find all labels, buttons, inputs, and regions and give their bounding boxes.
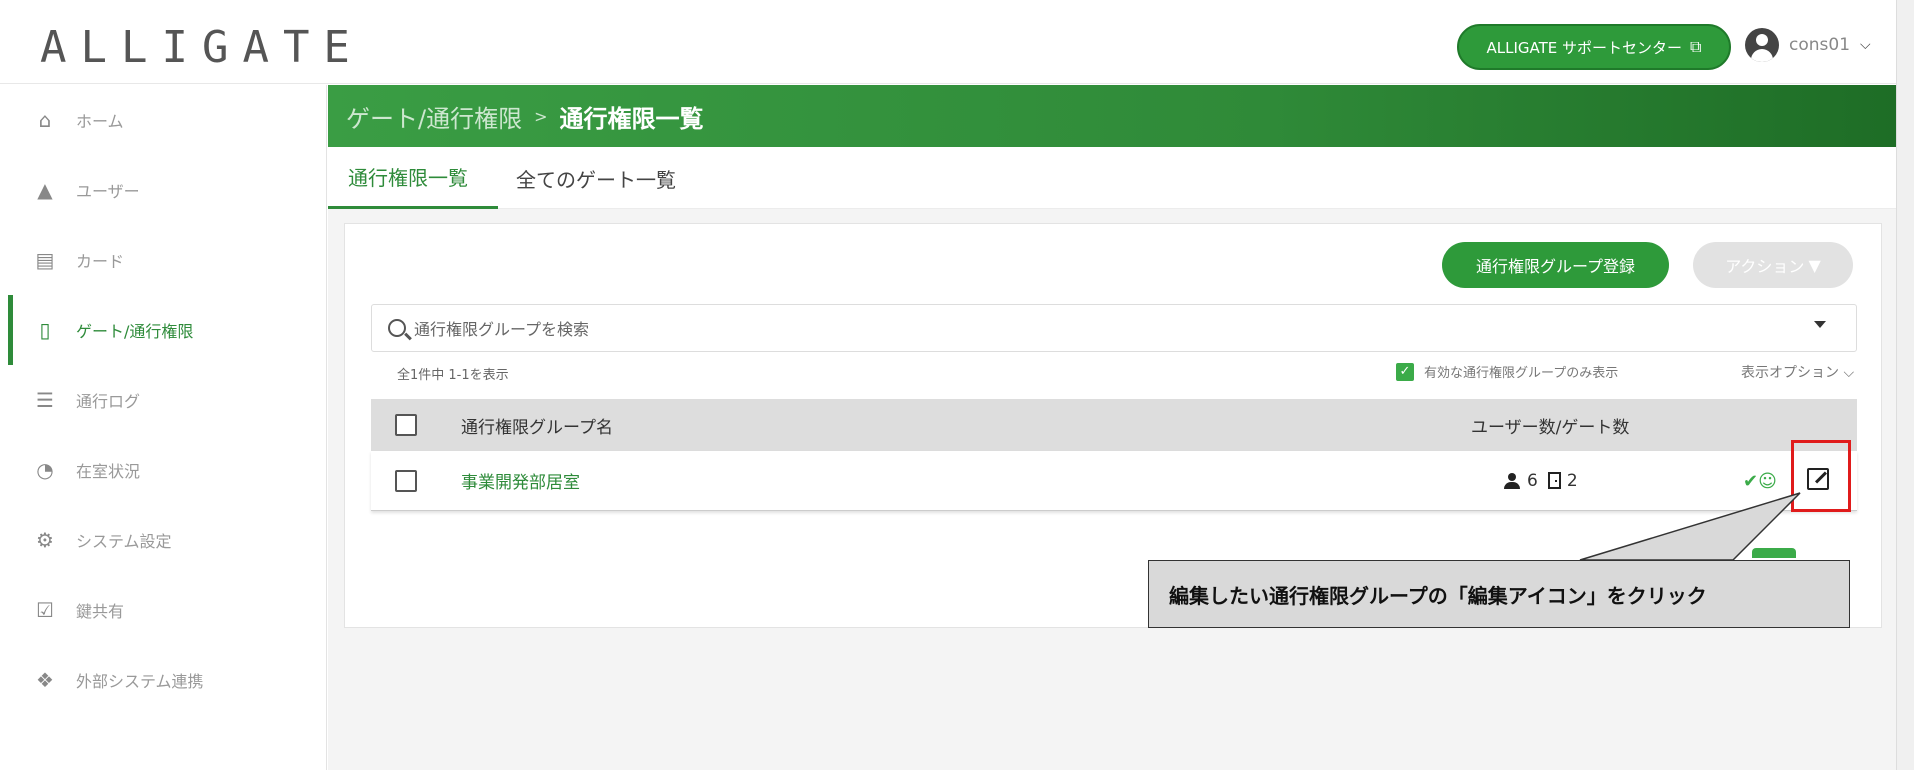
edit-icon-highlight (1791, 440, 1851, 512)
sidebar-item-label: カード (76, 252, 125, 271)
support-center-button[interactable]: ALLIGATE サポートセンター ⧉ (1457, 24, 1731, 70)
search-icon (388, 319, 406, 337)
sidebar-item-access-log[interactable]: ☰ 通行ログ (0, 365, 327, 435)
group-name-link[interactable]: 事業開発部居室 (461, 468, 580, 493)
sidebar-item-system-settings[interactable]: ⚙ システム設定 (0, 505, 327, 575)
user-count: 6 (1527, 470, 1538, 491)
display-options-label: 表示オプション (1741, 365, 1839, 381)
breadcrumb-separator-icon: > (534, 106, 548, 126)
tab-bar: 通行権限一覧 全てのゲート一覧 (328, 147, 1896, 209)
user-icon: ▲ (37, 178, 53, 202)
table-header-row: 通行権限グループ名 ユーザー数/ゲート数 (371, 399, 1857, 451)
enabled-group-icon: ✔☺ (1743, 471, 1777, 492)
sidebar-item-label: ホーム (76, 112, 124, 131)
sidebar-item-label: 外部システム連携 (76, 672, 204, 691)
checkbox-icon: ☑ (36, 598, 54, 622)
chevron-down-icon: ⌵ (1843, 365, 1855, 381)
user-name: cons01 (1789, 35, 1851, 55)
card-icon: ▤ (35, 248, 55, 272)
checked-checkbox-icon[interactable]: ✓ (1396, 362, 1414, 381)
app-logo[interactable]: ALLIGATE (40, 22, 364, 73)
sidebar-item-external-integration[interactable]: ❖ 外部システム連携 (0, 645, 327, 715)
sidebar-item-presence[interactable]: ◔ 在室状況 (0, 435, 327, 505)
filter-label: 有効な通行権限グループのみ表示 (1424, 366, 1619, 381)
sidebar-item-label: システム設定 (76, 532, 172, 551)
action-button-label: アクション (1725, 257, 1805, 276)
sidebar-item-home[interactable]: ⌂ ホーム (0, 85, 327, 155)
main-content: ゲート/通行権限 > 通行権限一覧 通行権限一覧 全てのゲート一覧 通行権限グル… (328, 85, 1896, 770)
breadcrumb-parent[interactable]: ゲート/通行権限 (346, 99, 522, 134)
column-header-name[interactable]: 通行権限グループ名 (461, 413, 613, 438)
door-icon: ▯ (39, 318, 51, 342)
search-input[interactable]: 通行権限グループを検索 (371, 304, 1857, 352)
sidebar-item-label: ユーザー (76, 182, 140, 201)
access-group-table: 通行権限グループ名 ユーザー数/ゲート数 事業開発部居室 6 2 ✔☺ (371, 399, 1857, 511)
instruction-callout: 編集したい通行権限グループの「編集アイコン」をクリック (1148, 560, 1850, 628)
puzzle-icon: ❖ (36, 668, 54, 692)
sidebar-item-key-sharing[interactable]: ☑ 鍵共有 (0, 575, 327, 645)
breadcrumb-current: 通行権限一覧 (559, 104, 704, 133)
account-circle-icon (1745, 28, 1779, 62)
register-group-button[interactable]: 通行権限グループ登録 (1442, 242, 1669, 288)
result-count: 全1件中 1-1を表示 (397, 368, 509, 383)
external-link-icon: ⧉ (1690, 37, 1702, 56)
row-checkbox[interactable] (395, 469, 417, 492)
column-header-counts: ユーザー数/ゲート数 (1471, 417, 1630, 438)
person-icon (1503, 472, 1521, 489)
gear-icon: ⚙ (36, 528, 54, 552)
home-icon: ⌂ (38, 108, 52, 132)
tab-access-rights-list[interactable]: 通行権限一覧 (328, 147, 498, 209)
action-button[interactable]: アクション ▼ (1693, 242, 1853, 288)
user-gate-counts: 6 2 (1503, 471, 1578, 491)
list-icon: ☰ (36, 388, 54, 412)
sidebar-item-label: 通行ログ (76, 392, 141, 411)
breadcrumb: ゲート/通行権限 > 通行権限一覧 (328, 85, 1896, 147)
sidebar: ⌂ ホーム ▲ ユーザー ▤ カード ▯ ゲート/通行権限 ☰ 通行ログ ◔ 在… (0, 85, 327, 770)
triangle-down-icon: ▼ (1808, 255, 1821, 275)
app-header: ALLIGATE ALLIGATE サポートセンター ⧉ cons01 ⌵ (0, 0, 1896, 84)
select-all-checkbox[interactable] (395, 414, 417, 436)
tab-all-gates-list[interactable]: 全てのゲート一覧 (516, 147, 716, 209)
gate-count: 2 (1566, 470, 1578, 491)
page-scrollbar[interactable] (1896, 0, 1914, 770)
user-menu[interactable]: cons01 ⌵ (1745, 28, 1871, 62)
display-options-toggle[interactable]: 表示オプション ⌵ (1741, 362, 1854, 382)
sidebar-item-label: ゲート/通行権限 (76, 322, 194, 341)
sidebar-item-label: 鍵共有 (76, 602, 125, 621)
presence-icon: ◔ (36, 458, 54, 482)
support-center-label: ALLIGATE サポートセンター (1486, 38, 1683, 57)
door-icon (1547, 472, 1561, 489)
chevron-down-icon: ⌵ (1860, 37, 1871, 53)
search-placeholder: 通行権限グループを検索 (414, 320, 590, 339)
table-row: 事業開発部居室 6 2 ✔☺ (371, 451, 1857, 511)
dropdown-arrow-icon[interactable] (1814, 321, 1826, 328)
sidebar-item-cards[interactable]: ▤ カード (0, 225, 327, 295)
sidebar-item-users[interactable]: ▲ ユーザー (0, 155, 327, 225)
sidebar-item-label: 在室状況 (76, 462, 141, 481)
floating-button-edge (1752, 548, 1796, 558)
active-only-filter[interactable]: ✓ 有効な通行権限グループのみ表示 (1396, 362, 1618, 381)
sidebar-item-gates[interactable]: ▯ ゲート/通行権限 (0, 295, 327, 365)
